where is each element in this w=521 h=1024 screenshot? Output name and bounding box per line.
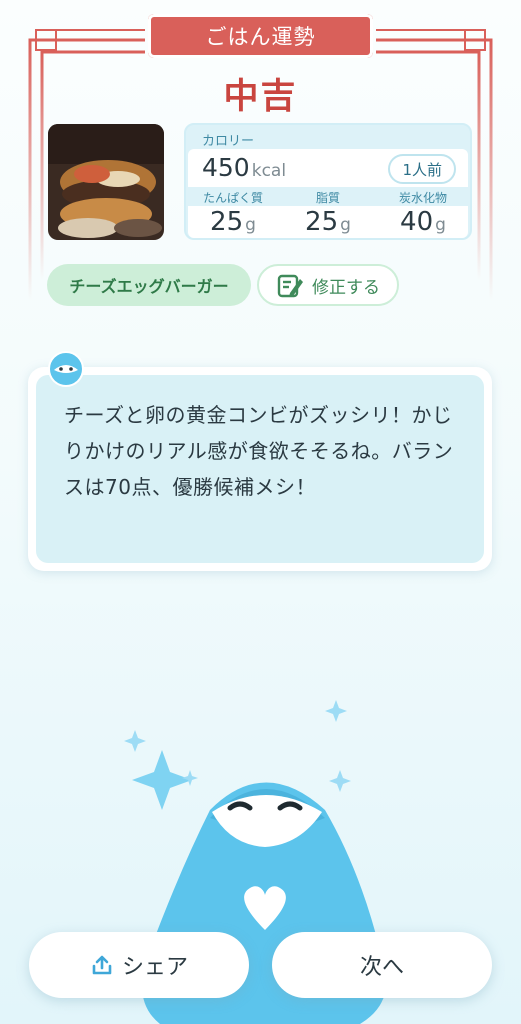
calorie-label: カロリー [202, 134, 255, 149]
fortune-result: 中吉 [223, 77, 298, 117]
edit-label: 修正する [312, 277, 380, 298]
share-button[interactable]: シェア [29, 932, 249, 998]
next-label: 次へ [359, 955, 404, 980]
message-card: チーズと卵の黄金コンビがズッシリ！かじりかけのリアル感が食欲そそるね。バランスは… [28, 367, 492, 571]
macro-labels: たんぱく質 脂質 炭水化物 [188, 189, 468, 205]
message-text: チーズと卵の黄金コンビがズッシリ！かじりかけのリアル感が食欲そそるね。バランスは… [36, 375, 484, 563]
protein-value: 25 g [210, 207, 256, 237]
calorie-row: 450 kcal 1人前 [188, 149, 468, 187]
edit-icon [277, 274, 303, 298]
fat-value: 25 g [305, 207, 351, 237]
fortune-banner: ごはん運勢 [148, 14, 373, 58]
share-icon [92, 955, 112, 975]
serving-badge[interactable]: 1人前 [388, 154, 456, 184]
calorie-value: 450 kcal [202, 153, 287, 182]
fat-label: 脂質 [315, 191, 340, 205]
next-button[interactable]: 次へ [272, 932, 492, 998]
protein-label: たんぱく質 [202, 191, 263, 205]
calorie-unit: kcal [251, 161, 287, 181]
edit-button[interactable]: 修正する [257, 264, 399, 306]
food-name-chip: チーズエッグバーガー [47, 264, 251, 306]
macro-values: 25 g 25 g 40 g [188, 206, 468, 238]
nutrition-panel: カロリー 450 kcal 1人前 たんぱく質 脂質 炭水化物 25 g 25 g 4… [184, 123, 472, 240]
carb-label: 炭水化物 [398, 191, 447, 205]
mini-mascot-icon [48, 351, 84, 387]
food-photo [48, 124, 164, 240]
share-label: シェア [121, 955, 188, 980]
banner-title: ごはん運勢 [205, 25, 316, 49]
carb-value: 40 g [400, 207, 446, 237]
